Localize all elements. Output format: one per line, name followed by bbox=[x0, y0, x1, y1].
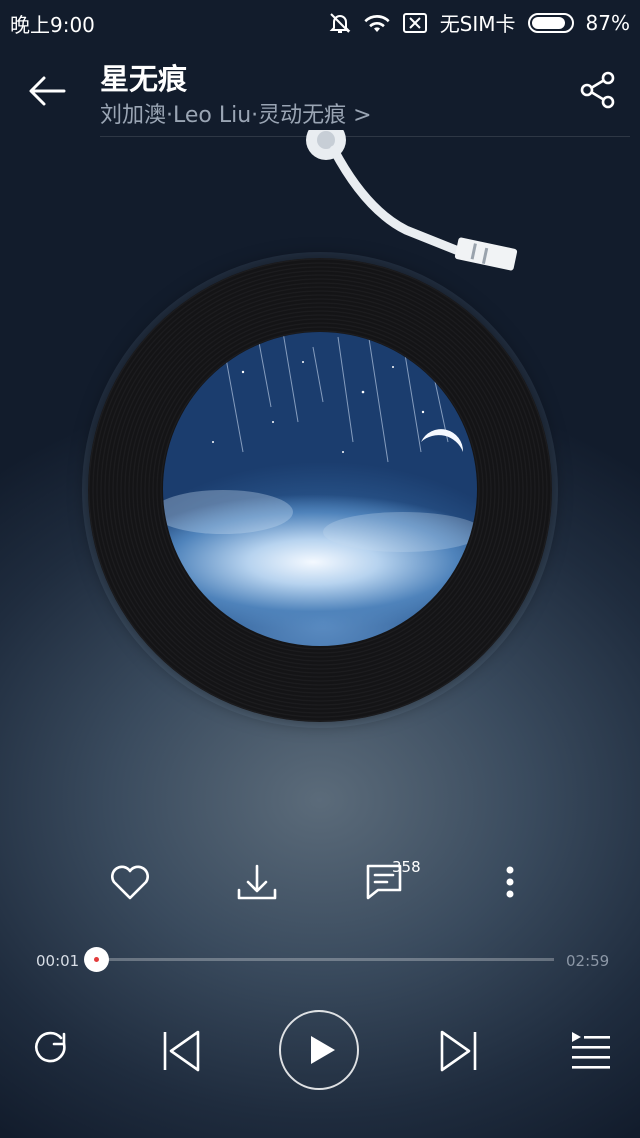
status-time: 晚上9:00 bbox=[10, 13, 95, 37]
repeat-icon[interactable] bbox=[24, 1024, 78, 1078]
no-sim-icon bbox=[402, 12, 427, 33]
total-time: 02:59 bbox=[566, 952, 610, 970]
carrier-label: 无SIM卡 bbox=[439, 12, 516, 36]
comment-count: 358 bbox=[392, 858, 421, 876]
more-vertical-icon[interactable] bbox=[486, 858, 534, 906]
play-button[interactable] bbox=[279, 1010, 359, 1090]
playlist-icon[interactable] bbox=[564, 1024, 618, 1078]
previous-icon[interactable] bbox=[154, 1024, 208, 1078]
download-icon[interactable] bbox=[233, 858, 281, 906]
progress-track[interactable] bbox=[96, 958, 554, 961]
mute-bell-icon bbox=[329, 12, 351, 33]
album-art-picture bbox=[163, 332, 477, 552]
wifi-icon bbox=[364, 14, 390, 32]
progress-knob[interactable] bbox=[84, 947, 109, 972]
back-arrow-icon[interactable] bbox=[24, 68, 70, 114]
status-right: 无SIM卡 87% bbox=[328, 8, 630, 37]
tonearm bbox=[306, 130, 518, 271]
play-icon bbox=[311, 1036, 335, 1064]
album-art bbox=[163, 332, 477, 646]
status-bar: 晚上9:00 无SIM卡 87% bbox=[0, 0, 640, 44]
artist-album-link[interactable]: 刘加澳·Leo Liu·灵动无痕 > bbox=[100, 97, 372, 129]
share-icon[interactable] bbox=[578, 70, 618, 110]
next-icon[interactable] bbox=[432, 1024, 486, 1078]
battery-icon bbox=[527, 12, 574, 33]
song-title: 星无痕 bbox=[100, 62, 188, 96]
current-time: 00:01 bbox=[36, 952, 80, 970]
heart-icon[interactable] bbox=[106, 858, 154, 906]
battery-percent: 87% bbox=[585, 10, 630, 35]
